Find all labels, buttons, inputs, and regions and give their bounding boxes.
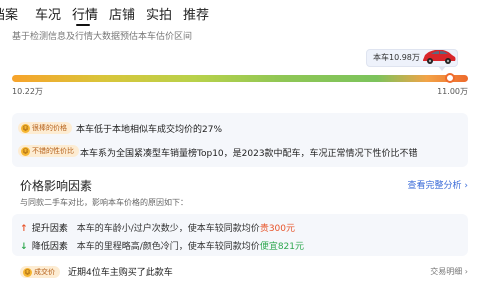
current-price-label: 本车10.98万	[373, 53, 420, 62]
smile-icon: ☺	[23, 267, 32, 277]
value-text: 本车系为全国紧凑型车销量榜Top10，是2023款中配车，车况正常情况下性价比不…	[80, 149, 418, 159]
great-price-text: 本车低于本地相似车成交均价的27%	[76, 125, 223, 135]
tab-condition[interactable]: 车况	[35, 4, 61, 23]
valuation-subtitle: 基于检测信息及行情大数据预估本车估价区间	[12, 32, 193, 42]
tab-market[interactable]: 行情	[72, 4, 98, 23]
factor-delta: 便宜821元	[259, 242, 304, 252]
transaction-details-label[interactable]: 交易明细	[430, 267, 462, 276]
chevron-right-icon: ›	[464, 181, 468, 191]
great-price-badge: ☺ 很棒的价格	[18, 122, 72, 134]
transaction-details-link[interactable]: 交易明细 ›	[430, 266, 468, 277]
factor-name: 降低因素	[31, 242, 68, 252]
car-icon	[423, 50, 456, 64]
price-factors-panel: ↑ 提升因素 本车的车龄小/过户次数少，使本车较同款均价贵300元 ↓ 降低因素…	[12, 214, 468, 256]
current-price-marker	[444, 73, 455, 83]
factor-row-decrease: ↓ 降低因素 本车的里程略高/颜色冷门，使本车较同款均价便宜821元	[20, 239, 304, 252]
factor-row-increase: ↑ 提升因素 本车的车龄小/过户次数少，使本车较同款均价贵300元	[20, 221, 295, 234]
price-range-low: 10.22万	[12, 87, 43, 96]
current-price-bubble: 本车10.98万	[366, 49, 458, 67]
factor-delta: 贵300元	[259, 224, 295, 234]
value-badge-label: 不错的性价比	[32, 147, 74, 155]
price-range-high: 11.00万	[437, 87, 468, 96]
arrow-up-icon: ↑	[20, 224, 28, 234]
bubble-pointer	[438, 66, 446, 71]
factor-desc: 本车的车龄小/过户次数少，使本车较同款均价	[76, 224, 260, 234]
tab-photos[interactable]: 实拍	[146, 4, 172, 23]
view-full-analysis-link[interactable]: 查看完整分析 ›	[408, 178, 469, 191]
top-tab-bar: 档案 车况 行情 店铺 实拍 推荐	[0, 0, 480, 28]
price-factors-desc: 与同款二手车对比，影响本车价格的原因如下：	[20, 198, 188, 207]
great-price-badge-label: 很棒的价格	[32, 124, 67, 132]
deal-price-badge-label: 成交价	[34, 268, 55, 276]
tab-recommend[interactable]: 推荐	[183, 4, 209, 23]
value-badge: ☺ 不错的性价比	[18, 145, 79, 157]
tab-archive[interactable]: 档案	[0, 4, 18, 23]
factor-name: 提升因素	[31, 224, 68, 234]
view-full-analysis-label[interactable]: 查看完整分析	[408, 181, 462, 191]
active-tab-indicator	[76, 24, 90, 26]
factor-desc: 本车的里程略高/颜色冷门，使本车较同款均价	[76, 242, 260, 252]
price-range-bar	[12, 75, 468, 82]
recent-buyers-text: 近期4位车主购买了此款车	[68, 268, 173, 278]
price-factors-title: 价格影响因素	[20, 179, 93, 193]
tab-shop[interactable]: 店铺	[109, 4, 135, 23]
price-insights-panel: ☺ 很棒的价格 本车低于本地相似车成交均价的27% ☺ 不错的性价比 本车系为全国紧…	[12, 113, 468, 167]
smile-icon: ☺	[21, 146, 30, 156]
deal-price-badge: ☺ 成交价	[20, 266, 60, 278]
chevron-right-icon: ›	[464, 267, 468, 276]
smile-icon: ☺	[21, 123, 30, 133]
arrow-down-icon: ↓	[20, 242, 28, 252]
